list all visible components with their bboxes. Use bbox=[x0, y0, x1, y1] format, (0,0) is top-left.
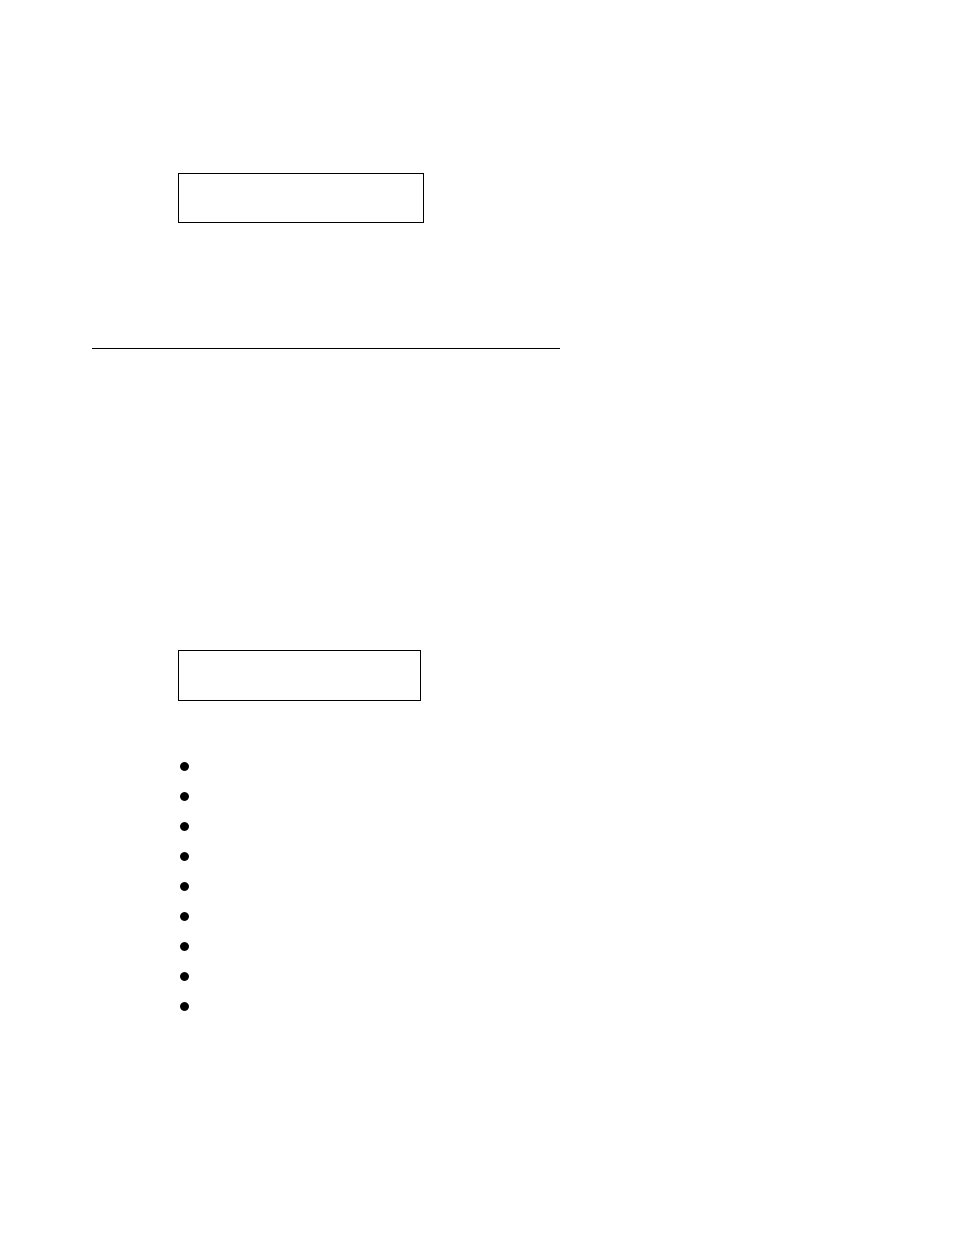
list-item bbox=[180, 991, 189, 1021]
empty-box-middle bbox=[178, 650, 421, 701]
empty-box-top bbox=[178, 173, 424, 223]
list-item bbox=[180, 871, 189, 901]
bullet-list bbox=[180, 751, 189, 1021]
list-item bbox=[180, 961, 189, 991]
horizontal-divider bbox=[92, 348, 560, 349]
list-item bbox=[180, 781, 189, 811]
list-item bbox=[180, 811, 189, 841]
list-item bbox=[180, 901, 189, 931]
list-item bbox=[180, 931, 189, 961]
list-item bbox=[180, 751, 189, 781]
list-item bbox=[180, 841, 189, 871]
